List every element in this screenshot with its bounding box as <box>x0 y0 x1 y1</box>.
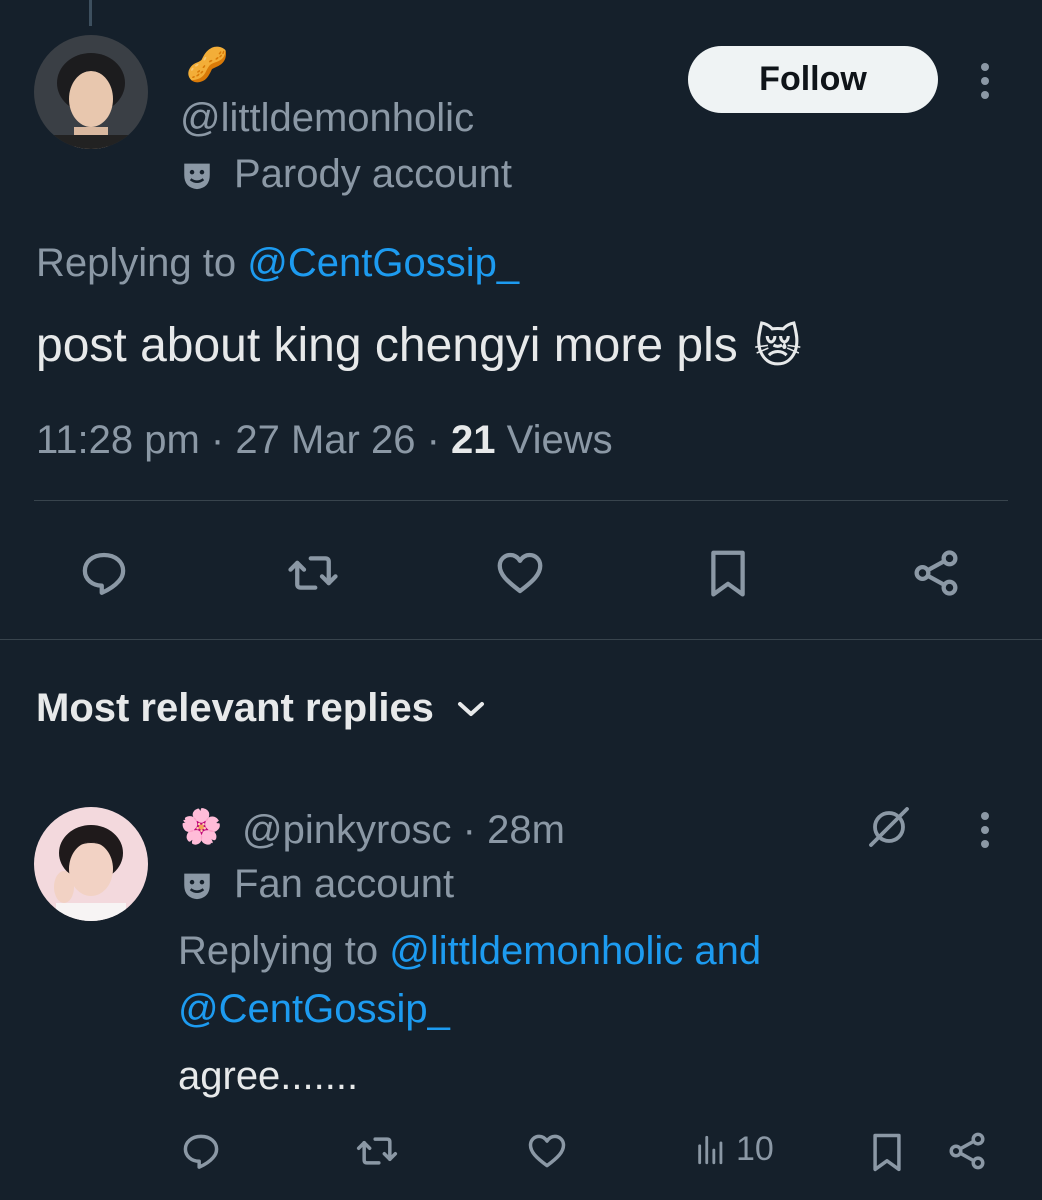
views-label: Views <box>495 418 613 462</box>
post-text: post about king chengyi more pls 😿 <box>36 318 802 373</box>
post-date[interactable]: 27 Mar 26 <box>235 418 415 462</box>
reply-more-options-icon[interactable] <box>979 812 991 848</box>
parody-account-label: Parody account <box>180 152 512 197</box>
chevron-down-icon <box>457 701 484 716</box>
reply-views-count: 10 <box>736 1130 774 1168</box>
fan-account-label: Fan account <box>180 862 454 907</box>
reply-icon <box>82 552 126 595</box>
heart-icon <box>497 552 543 594</box>
share-button[interactable] <box>906 543 966 603</box>
replying-handle-link-1[interactable]: @littldemonholic <box>389 929 683 973</box>
share-icon <box>949 1132 985 1170</box>
like-button[interactable] <box>490 543 550 603</box>
bookmark-icon <box>711 550 745 597</box>
reply-handle[interactable]: @pinkyrosc <box>242 808 452 852</box>
grok-analyze-button[interactable] <box>864 802 914 852</box>
post-body: post about king chengyi more pls <box>36 319 738 372</box>
reply-replying-to-line: Replying to @littldemonholic and @CentGo… <box>178 929 762 1031</box>
retweet-icon <box>288 556 338 590</box>
grok-icon <box>869 807 909 847</box>
reply-text: agree....... <box>178 1054 359 1098</box>
crying-cat-emoji: 😿 <box>753 319 802 372</box>
section-divider <box>0 639 1042 640</box>
reply-button[interactable] <box>74 543 134 603</box>
bookmark-button[interactable] <box>698 543 758 603</box>
replies-sort-dropdown[interactable]: Most relevant replies <box>36 686 486 731</box>
mask-icon <box>184 163 210 189</box>
retweet-button[interactable] <box>283 543 343 603</box>
reply-handle-row: @pinkyrosc · 28m <box>242 808 565 852</box>
views-chart-icon <box>698 1135 723 1164</box>
display-name-emoji[interactable]: 🥜 <box>186 48 228 82</box>
reply-bookmark-button[interactable] <box>864 1128 910 1176</box>
heart-icon <box>528 1134 566 1168</box>
author-handle[interactable]: @littldemonholic <box>180 98 474 138</box>
replies-section-title: Most relevant replies <box>36 686 434 730</box>
views-count: 21 <box>451 418 496 462</box>
retweet-icon <box>356 1137 398 1165</box>
reply-icon <box>183 1134 219 1169</box>
post-metadata: 11:28 pm · 27 Mar 26 · 21 Views <box>36 418 613 462</box>
reply-avatar[interactable] <box>34 807 148 921</box>
reply-views-button[interactable]: 10 <box>694 1130 774 1169</box>
reply-time[interactable]: 28m <box>487 808 565 852</box>
reply-display-name-emoji[interactable]: 🌸 <box>180 810 222 844</box>
avatar[interactable] <box>34 35 148 149</box>
reply-like-button[interactable] <box>524 1128 570 1174</box>
reply-share-button[interactable] <box>944 1128 990 1174</box>
account-label-text: Parody account <box>234 152 512 196</box>
reply-account-label-text: Fan account <box>234 862 455 906</box>
reply-retweet-button[interactable] <box>352 1128 402 1174</box>
follow-button[interactable]: Follow <box>688 46 938 113</box>
divider <box>34 500 1008 501</box>
replying-handle-link[interactable]: @CentGossip_ <box>247 241 519 285</box>
share-icon <box>914 550 958 596</box>
more-options-icon[interactable] <box>979 63 991 99</box>
bookmark-icon <box>873 1133 901 1172</box>
reply-reply-button[interactable] <box>178 1128 224 1174</box>
thread-connector-line <box>89 0 92 26</box>
mask-icon <box>184 873 210 899</box>
replying-prefix: Replying to <box>36 241 248 285</box>
post-time[interactable]: 11:28 pm <box>36 418 200 462</box>
replying-to-line: Replying to @CentGossip_ <box>36 234 519 292</box>
replying-handle-link-2[interactable]: @CentGossip_ <box>178 987 450 1031</box>
